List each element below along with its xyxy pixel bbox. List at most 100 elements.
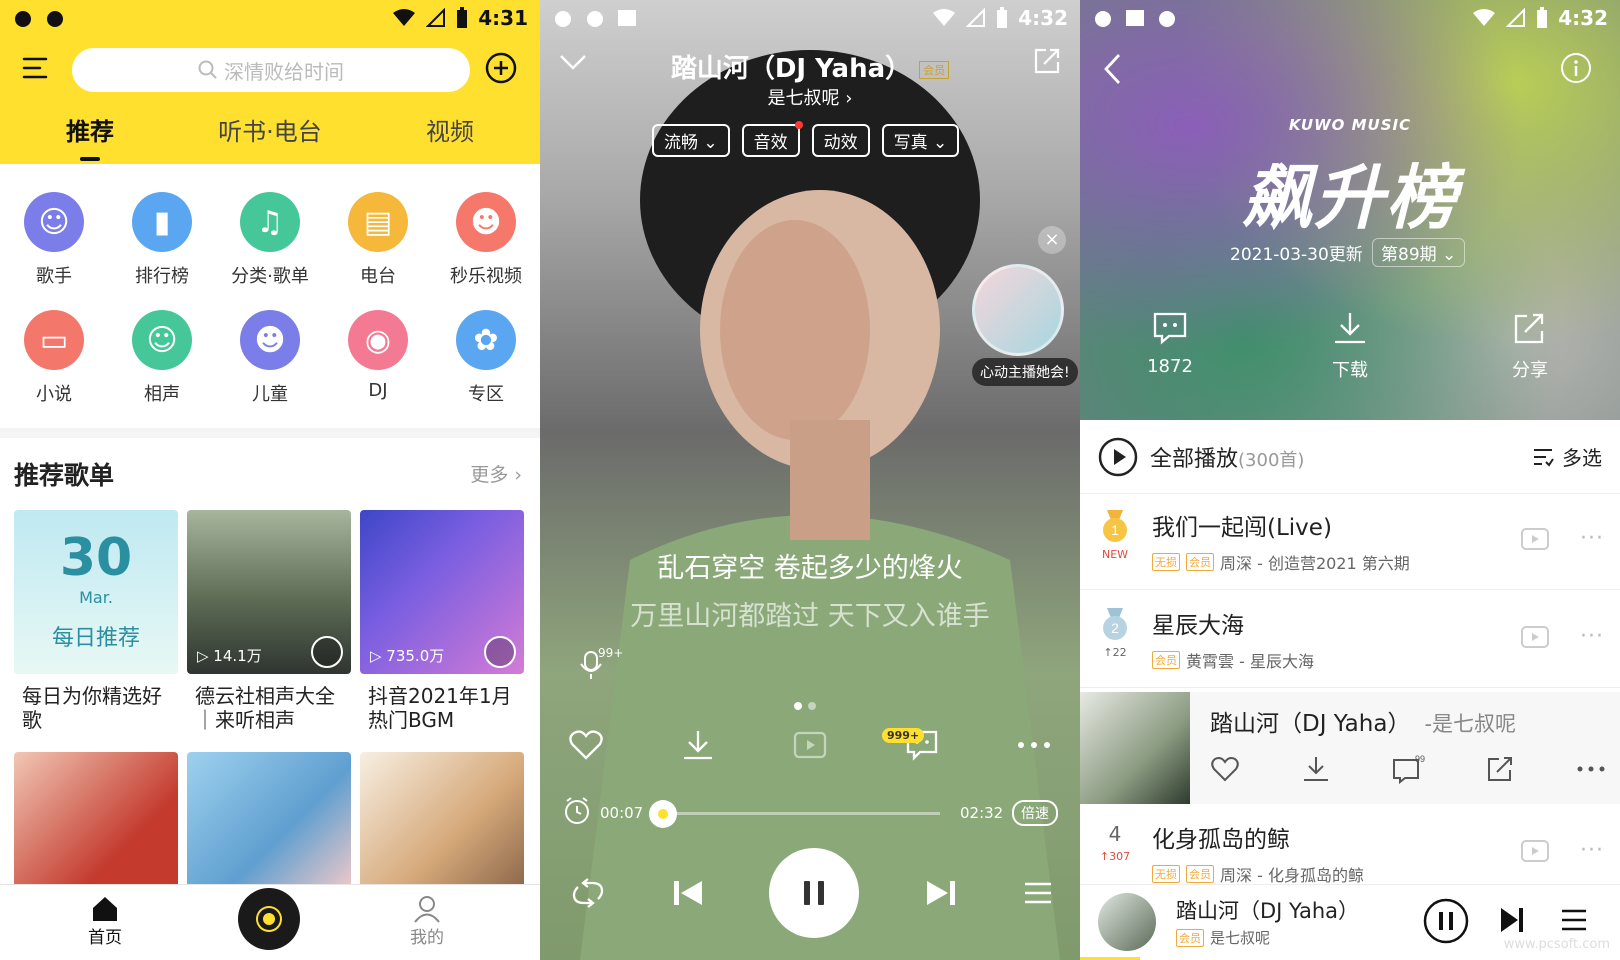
category-item[interactable]: ☻ 儿童 xyxy=(216,310,324,406)
pause-icon xyxy=(804,881,824,905)
more-icon[interactable]: ··· xyxy=(1580,526,1604,551)
share-button[interactable]: 分享 xyxy=(1440,310,1620,382)
artist-name: 是七叔呢 xyxy=(767,88,840,109)
share-button[interactable] xyxy=(1032,46,1062,76)
category-item[interactable]: ☺ 相声 xyxy=(108,310,216,406)
mv-icon[interactable] xyxy=(1520,526,1550,552)
play-icon[interactable] xyxy=(311,636,343,668)
download-button[interactable]: 下载 xyxy=(1260,310,1440,382)
category-item[interactable]: ▭ 小说 xyxy=(0,310,108,406)
section-title: 推荐歌单 xyxy=(14,461,115,490)
time-current: 00:07 xyxy=(600,804,644,822)
speed-button[interactable]: 倍速 xyxy=(1012,800,1058,826)
playlist-card[interactable]: ▷ 735.0万 抖音2021年1月热门BGM xyxy=(360,510,524,736)
play-all-label: 全部播放 xyxy=(1150,446,1239,472)
photo-chip[interactable]: 写真 ⌄ xyxy=(881,124,960,157)
next-icon[interactable] xyxy=(1498,905,1526,935)
mv-icon[interactable] xyxy=(792,729,828,761)
category-item[interactable]: ♫ 分类·歌单 xyxy=(216,192,324,288)
sound-effect-chip[interactable]: 音效 xyxy=(741,121,803,157)
repeat-icon[interactable] xyxy=(570,877,606,909)
category-label: 分类·歌单 xyxy=(231,266,309,287)
category-item[interactable]: ◉ DJ xyxy=(324,310,432,406)
lyric-current[interactable]: 乱石穿空 卷起多少的烽火 xyxy=(540,546,1080,585)
update-date: 2021-03-30更新 xyxy=(1230,245,1363,265)
pause-icon[interactable] xyxy=(1422,897,1470,945)
live-host-avatar[interactable] xyxy=(972,264,1064,356)
play-circle-icon[interactable] xyxy=(1098,437,1138,477)
rank: 2 ↑22 xyxy=(1098,608,1132,659)
play-all-button[interactable]: 全部播放(300首) xyxy=(1150,441,1304,473)
comment-button[interactable]: 1872 xyxy=(1080,310,1260,382)
multi-select-button[interactable]: 多选 xyxy=(1532,442,1602,471)
play-icon[interactable] xyxy=(484,636,516,668)
animation-chip[interactable]: 动效 xyxy=(811,124,870,157)
next-icon[interactable] xyxy=(924,878,958,908)
heart-icon[interactable] xyxy=(1210,756,1240,782)
tab-audiobook-radio[interactable]: 听书·电台 xyxy=(180,112,360,147)
song-row[interactable]: 1 NEW 我们一起闯(Live) 无损 会员 周深 - 创造营2021 第六期 ·… xyxy=(1080,494,1620,590)
playlist-cover[interactable] xyxy=(360,752,524,884)
playlist-icon[interactable] xyxy=(1560,907,1588,933)
sleep-timer-button[interactable] xyxy=(562,796,592,826)
playlist-icon[interactable] xyxy=(1022,880,1054,906)
more-icon[interactable]: ··· xyxy=(1580,624,1604,649)
category-item[interactable]: ☻ 秒乐视频 xyxy=(432,192,540,288)
mv-icon[interactable] xyxy=(1520,838,1550,864)
previous-icon[interactable] xyxy=(671,878,705,908)
playlist-cover[interactable] xyxy=(14,752,178,884)
back-button[interactable] xyxy=(1102,52,1122,86)
progress-track[interactable] xyxy=(650,812,940,815)
now-playing-row[interactable]: 踏山河（DJ Yaha） -是七叔呢 999+ xyxy=(1080,692,1620,804)
more-icon[interactable] xyxy=(1016,740,1052,750)
song-row[interactable]: 2 ↑22 星辰大海 会员 黄霄雲 - 星辰大海 ··· xyxy=(1080,592,1620,688)
live-host-label[interactable]: 心动主播她会! xyxy=(972,358,1078,386)
menu-button[interactable] xyxy=(22,56,48,80)
status-bar: 4:32 xyxy=(1080,0,1620,36)
playlist-cover[interactable] xyxy=(187,752,351,884)
now-playing-disc[interactable] xyxy=(238,888,300,950)
lyric-next[interactable]: 万里山河都踏过 天下又入谁手 xyxy=(540,594,1080,633)
download-icon[interactable] xyxy=(680,728,716,762)
artist-link[interactable]: 是七叔呢 › xyxy=(540,84,1080,110)
playlist-card[interactable]: ▷ 14.1万 德云社相声大全｜来听相声 xyxy=(187,510,351,736)
quality-chip[interactable]: 流畅 ⌄ xyxy=(652,124,730,157)
category-item[interactable]: ▮ 排行榜 xyxy=(108,192,216,288)
song-meta-row: 无损 会员 周深 - 化身孤岛的鲸 xyxy=(1152,862,1364,886)
category-item[interactable]: ✿ 专区 xyxy=(432,310,540,406)
chart-screen: 4:32 KUWO MUSIC 飙升榜 2021-03-30更新 第89期 ⌄ … xyxy=(1080,0,1620,960)
nav-home[interactable]: 首页 xyxy=(88,895,122,948)
tab-recommend[interactable]: 推荐 xyxy=(0,112,180,161)
comment-icon[interactable]: 999+ xyxy=(1391,754,1425,784)
song-meta: 周深 - 化身孤岛的鲸 xyxy=(1220,866,1364,885)
menu-icon xyxy=(22,57,48,79)
category-item[interactable]: ▤ 电台 xyxy=(324,192,432,288)
progress-knob[interactable] xyxy=(649,800,677,828)
tab-video[interactable]: 视频 xyxy=(360,112,540,147)
chart-icon: ▮ xyxy=(132,192,192,252)
playback-controls xyxy=(570,848,1054,938)
rank-change: ↑307 xyxy=(1099,850,1131,863)
more-link[interactable]: 更多 › xyxy=(470,460,522,487)
mv-icon[interactable] xyxy=(1520,624,1550,650)
download-icon[interactable] xyxy=(1301,755,1331,783)
info-button[interactable] xyxy=(1560,52,1592,84)
song-meta-row: 会员 黄霄雲 - 星辰大海 xyxy=(1152,648,1314,672)
search-input[interactable]: 深情败给时间 xyxy=(72,48,470,92)
add-button[interactable] xyxy=(485,52,517,84)
playlist-cards: 30 Mar. 每日推荐 每日为你精选好歌 ▷ 14.1万 德云社相声大全｜来听… xyxy=(14,510,524,736)
share-icon[interactable] xyxy=(1486,755,1516,783)
close-live-button[interactable]: × xyxy=(1038,226,1066,254)
playlist-card[interactable]: 30 Mar. 每日推荐 每日为你精选好歌 xyxy=(14,510,178,736)
heart-icon[interactable] xyxy=(568,729,604,761)
image-icon xyxy=(618,10,636,26)
song-name: 星辰大海 xyxy=(1152,613,1244,639)
plus-circle-icon xyxy=(485,52,517,84)
more-icon[interactable]: ··· xyxy=(1580,838,1604,863)
issue-selector[interactable]: 第89期 ⌄ xyxy=(1372,238,1466,267)
more-icon[interactable] xyxy=(1576,765,1606,773)
category-item[interactable]: ☺ 歌手 xyxy=(0,192,108,288)
pause-button[interactable] xyxy=(769,848,859,938)
notification-icon xyxy=(1159,11,1175,27)
nav-mine[interactable]: 我的 xyxy=(410,895,444,948)
